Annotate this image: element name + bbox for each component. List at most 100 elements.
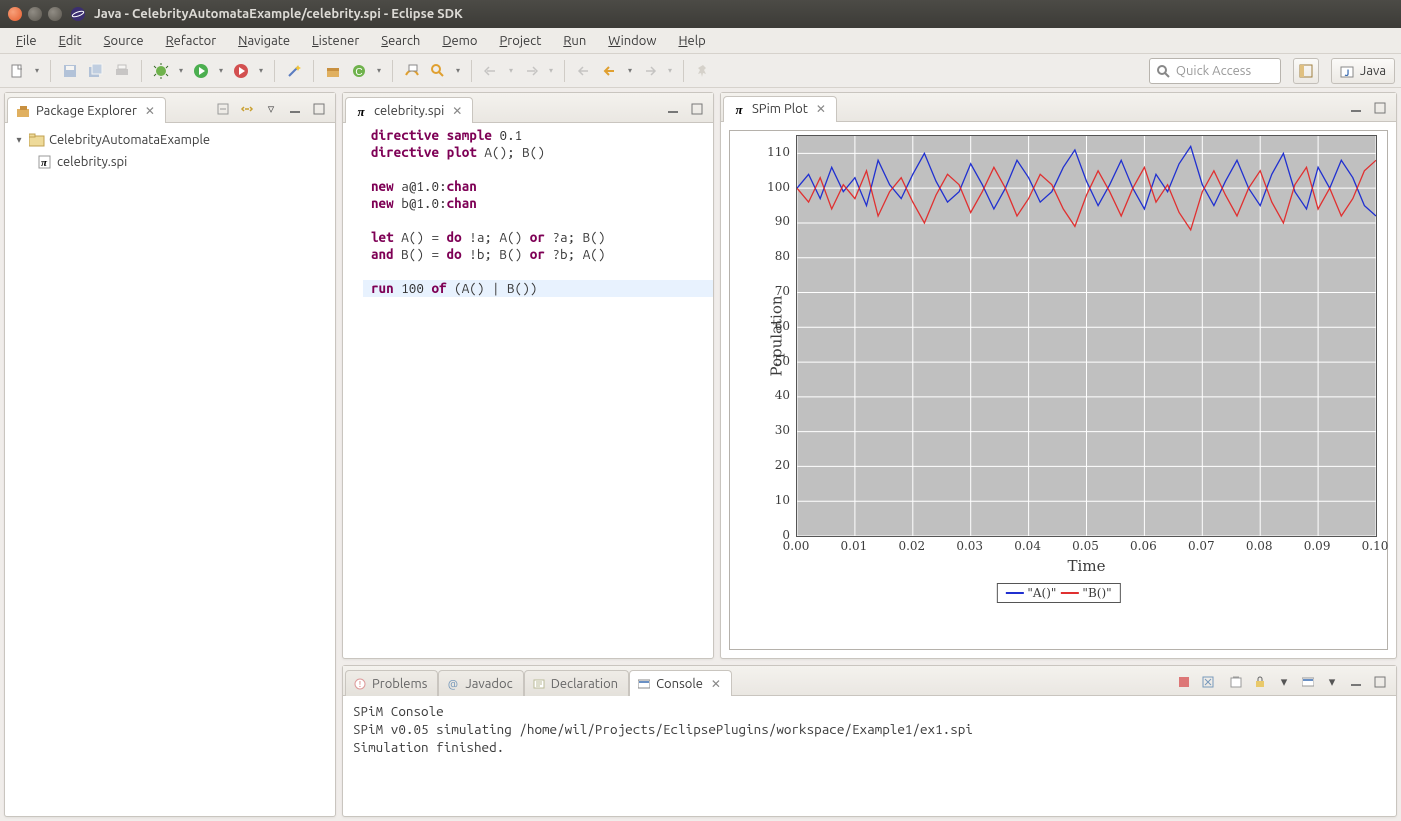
- clear-console-button[interactable]: [1226, 672, 1246, 692]
- x-tick: 0.05: [1072, 539, 1099, 553]
- x-tick: 0.08: [1246, 539, 1273, 553]
- run-last-dropdown[interactable]: ▾: [256, 66, 266, 75]
- x-tick: 0.04: [1014, 539, 1041, 553]
- tab-console[interactable]: Console ✕: [629, 670, 732, 696]
- y-tick: 100: [767, 180, 790, 194]
- save-button[interactable]: [59, 60, 81, 82]
- new-button[interactable]: [6, 60, 28, 82]
- menu-help[interactable]: Help: [668, 31, 715, 51]
- menu-demo[interactable]: Demo: [432, 31, 487, 51]
- nav-next-dropdown[interactable]: ▾: [546, 66, 556, 75]
- tab-label: Javadoc: [465, 677, 512, 691]
- open-perspective-button[interactable]: [1293, 58, 1319, 84]
- close-icon[interactable]: ✕: [711, 677, 721, 691]
- back-dropdown[interactable]: ▾: [625, 66, 635, 75]
- new-class-button[interactable]: C: [348, 60, 370, 82]
- open-console-dropdown[interactable]: ▾: [1322, 672, 1342, 692]
- package-explorer-tree[interactable]: ▾ CelebrityAutomataExample π celebrity.s…: [5, 123, 335, 816]
- quick-access-field[interactable]: Quick Access: [1149, 58, 1281, 84]
- view-menu-button[interactable]: ▿: [261, 99, 281, 119]
- menu-edit[interactable]: Edit: [49, 31, 92, 51]
- plot-area[interactable]: [796, 135, 1377, 537]
- wand-button[interactable]: [283, 60, 305, 82]
- minimize-view-button[interactable]: [663, 99, 683, 119]
- debug-dropdown[interactable]: ▾: [176, 66, 186, 75]
- terminate-button[interactable]: [1174, 672, 1194, 692]
- tab-declaration[interactable]: Declaration: [524, 670, 629, 696]
- new-class-dropdown[interactable]: ▾: [374, 66, 384, 75]
- tab-problems[interactable]: !Problems: [345, 670, 438, 696]
- new-dropdown[interactable]: ▾: [32, 66, 42, 75]
- minimize-view-button[interactable]: [1346, 98, 1366, 118]
- run-dropdown[interactable]: ▾: [216, 66, 226, 75]
- collapse-all-button[interactable]: [213, 99, 233, 119]
- run-last-button[interactable]: [230, 60, 252, 82]
- menu-run[interactable]: Run: [553, 31, 596, 51]
- pin-editor-button[interactable]: [692, 60, 714, 82]
- menu-file[interactable]: File: [6, 31, 47, 51]
- close-icon[interactable]: ✕: [816, 102, 826, 116]
- editor-line: and B() = do !b; B() or ?b; A(): [363, 246, 713, 263]
- search-button[interactable]: [427, 60, 449, 82]
- menu-project[interactable]: Project: [490, 31, 552, 51]
- y-tick: 90: [775, 214, 790, 228]
- tree-project-row[interactable]: ▾ CelebrityAutomataExample: [9, 129, 331, 151]
- search-dropdown[interactable]: ▾: [453, 66, 463, 75]
- back-button[interactable]: [599, 60, 621, 82]
- run-button[interactable]: [190, 60, 212, 82]
- tree-file-row[interactable]: π celebrity.spi: [9, 151, 331, 173]
- legend-label: "B()": [1082, 586, 1111, 600]
- view-menu-dropdown[interactable]: ▾: [1274, 672, 1294, 692]
- svg-text:@: @: [448, 679, 458, 690]
- y-tick: 70: [775, 284, 790, 298]
- tab-label: Problems: [372, 677, 427, 691]
- project-icon: [29, 133, 45, 147]
- tab-label: Console: [656, 677, 703, 691]
- editor-body[interactable]: directive sample 0.1directive plot A(); …: [343, 123, 713, 301]
- last-edit-button[interactable]: [573, 60, 595, 82]
- tab-javadoc[interactable]: @ Javadoc: [438, 670, 523, 696]
- scroll-lock-button[interactable]: [1250, 672, 1270, 692]
- save-all-button[interactable]: [85, 60, 107, 82]
- nav-prev-annotation[interactable]: [480, 60, 502, 82]
- menu-listener[interactable]: Listener: [302, 31, 369, 51]
- debug-button[interactable]: [150, 60, 172, 82]
- tab-label: Declaration: [551, 677, 618, 691]
- link-editor-button[interactable]: [237, 99, 257, 119]
- close-icon[interactable]: ✕: [452, 104, 462, 118]
- window-close-button[interactable]: [8, 7, 22, 21]
- menu-refactor[interactable]: Refactor: [156, 31, 227, 51]
- menu-search[interactable]: Search: [371, 31, 430, 51]
- open-type-button[interactable]: [401, 60, 423, 82]
- y-tick: 110: [767, 145, 790, 159]
- maximize-view-button[interactable]: [309, 99, 329, 119]
- menu-navigate[interactable]: Navigate: [228, 31, 300, 51]
- remove-launch-button[interactable]: [1198, 672, 1218, 692]
- new-package-button[interactable]: [322, 60, 344, 82]
- maximize-view-button[interactable]: [1370, 672, 1390, 692]
- plot-tab[interactable]: π SPim Plot ✕: [723, 96, 837, 122]
- expand-icon[interactable]: ▾: [13, 134, 25, 146]
- nav-next-annotation[interactable]: [520, 60, 542, 82]
- minimize-view-button[interactable]: [285, 99, 305, 119]
- console-body[interactable]: SPiM Console SPiM v0.05 simulating /home…: [343, 696, 1396, 816]
- forward-button[interactable]: [639, 60, 661, 82]
- display-selected-console-button[interactable]: [1298, 672, 1318, 692]
- maximize-view-button[interactable]: [687, 99, 707, 119]
- editor-tab[interactable]: π celebrity.spi ✕: [345, 97, 473, 123]
- tab-package-explorer[interactable]: Package Explorer ✕: [7, 97, 166, 123]
- tab-label: Package Explorer: [36, 104, 137, 118]
- plot-tab-label: SPim Plot: [752, 102, 808, 116]
- close-icon[interactable]: ✕: [145, 104, 155, 118]
- nav-prev-dropdown[interactable]: ▾: [506, 66, 516, 75]
- window-maximize-button[interactable]: [48, 7, 62, 21]
- window-minimize-button[interactable]: [28, 7, 42, 21]
- print-button[interactable]: [111, 60, 133, 82]
- forward-dropdown[interactable]: ▾: [665, 66, 675, 75]
- perspective-java[interactable]: J Java: [1331, 58, 1395, 84]
- maximize-view-button[interactable]: [1370, 98, 1390, 118]
- menu-window[interactable]: Window: [598, 31, 666, 51]
- x-tick: 0.10: [1362, 539, 1389, 553]
- menu-source[interactable]: Source: [94, 31, 154, 51]
- minimize-view-button[interactable]: [1346, 672, 1366, 692]
